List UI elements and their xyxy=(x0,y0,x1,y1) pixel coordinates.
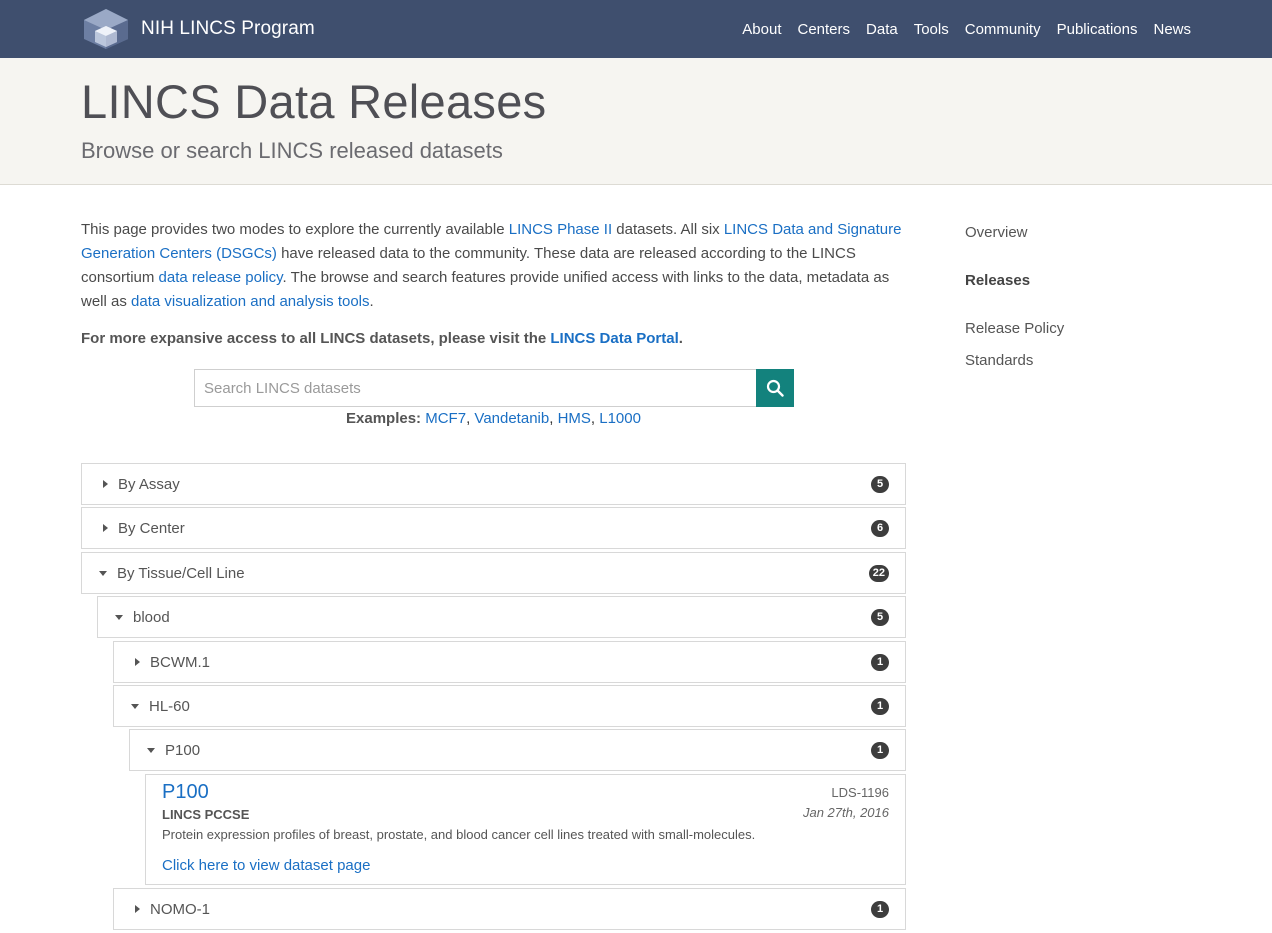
sidebar-item-overview[interactable]: Overview xyxy=(965,224,1028,241)
tree-row-blood[interactable]: blood 5 xyxy=(97,596,906,638)
intro-text: datasets. All six xyxy=(612,221,724,238)
nav-tools[interactable]: Tools xyxy=(914,21,949,38)
tree-row-by-center[interactable]: By Center 6 xyxy=(81,507,906,549)
caret-down-icon xyxy=(99,570,107,576)
intro-text: This page provides two modes to explore … xyxy=(81,221,509,238)
search-button[interactable] xyxy=(756,369,794,407)
main-nav: About Centers Data Tools Community Publi… xyxy=(726,0,1191,58)
nav-centers[interactable]: Centers xyxy=(797,21,850,38)
caret-right-icon xyxy=(135,905,140,913)
link-lincs-phase-ii[interactable]: LINCS Phase II xyxy=(509,221,612,238)
dataset-center: LINCS PCCSE xyxy=(162,807,250,822)
nav-data[interactable]: Data xyxy=(866,21,898,38)
tree-row-label: blood xyxy=(133,608,170,626)
search-bar xyxy=(194,369,794,407)
tree-row-label: HL-60 xyxy=(149,697,190,715)
portal-text: . xyxy=(678,330,683,347)
tree-row-hl60[interactable]: HL-60 1 xyxy=(113,685,906,727)
caret-down-icon xyxy=(147,747,155,753)
dataset-date: Jan 27th, 2016 xyxy=(802,805,889,820)
page-subtitle: Browse or search LINCS released datasets xyxy=(81,138,503,163)
nav-community[interactable]: Community xyxy=(965,21,1041,38)
tree-row-label: NOMO-1 xyxy=(150,900,210,918)
count-badge: 6 xyxy=(871,520,889,537)
tree-row-label: By Tissue/Cell Line xyxy=(117,564,245,582)
tree-row-label: By Center xyxy=(118,519,185,537)
link-visualization-tools[interactable]: data visualization and analysis tools xyxy=(131,293,369,310)
sidebar-item-releases[interactable]: Releases xyxy=(965,272,1030,289)
brand-text: NIH LINCS Program xyxy=(141,18,315,39)
example-l1000[interactable]: L1000 xyxy=(599,410,641,427)
caret-right-icon xyxy=(103,480,108,488)
page-header: LINCS Data Releases Browse or search LIN… xyxy=(0,58,1272,185)
link-data-release-policy[interactable]: data release policy xyxy=(159,269,283,286)
count-badge: 5 xyxy=(871,609,889,626)
caret-right-icon xyxy=(103,524,108,532)
nav-news[interactable]: News xyxy=(1153,21,1191,38)
examples-label: Examples: xyxy=(346,410,422,427)
tree-row-by-assay[interactable]: By Assay 5 xyxy=(81,463,906,505)
dataset-description: Protein expression profiles of breast, p… xyxy=(162,827,756,842)
search-input[interactable] xyxy=(194,369,756,407)
caret-down-icon xyxy=(131,703,139,709)
dataset-title-link[interactable]: P100 xyxy=(162,781,209,804)
intro-text: . xyxy=(369,293,374,310)
sidebar-item-release-policy[interactable]: Release Policy xyxy=(965,320,1064,337)
tree-row-label: BCWM.1 xyxy=(150,653,210,671)
count-badge: 1 xyxy=(871,698,889,715)
top-navbar: NIH LINCS Program About Centers Data Too… xyxy=(0,0,1272,58)
caret-down-icon xyxy=(115,614,123,620)
magnifier-icon xyxy=(766,379,784,397)
nav-publications[interactable]: Publications xyxy=(1057,21,1138,38)
main-content: This page provides two modes to explore … xyxy=(81,218,906,930)
count-badge: 5 xyxy=(871,476,889,493)
count-badge: 1 xyxy=(871,742,889,759)
intro-paragraph: This page provides two modes to explore … xyxy=(81,218,906,314)
tree-row-label: P100 xyxy=(165,741,201,759)
dataset-id: LDS-1196 xyxy=(831,785,889,800)
nav-about[interactable]: About xyxy=(742,21,781,38)
tree-row-label: By Assay xyxy=(118,475,180,493)
example-mcf7[interactable]: MCF7 xyxy=(425,410,466,427)
portal-text: For more expansive access to all LINCS d… xyxy=(81,330,551,347)
search-examples: Examples: MCF7, Vandetanib, HMS, L1000 xyxy=(346,410,641,427)
count-badge: 1 xyxy=(871,901,889,918)
count-badge: 22 xyxy=(868,565,889,582)
link-lincs-data-portal[interactable]: LINCS Data Portal xyxy=(550,330,678,347)
brand-home-link[interactable]: NIH LINCS Program xyxy=(81,8,315,50)
tree-row-nomo1[interactable]: NOMO-1 1 xyxy=(113,888,906,930)
example-hms[interactable]: HMS xyxy=(558,410,591,427)
portal-note: For more expansive access to all LINCS d… xyxy=(81,330,906,347)
dataset-card: P100 LINCS PCCSE Protein expression prof… xyxy=(145,774,906,885)
view-dataset-link[interactable]: Click here to view dataset page xyxy=(162,857,370,874)
lincs-cube-logo-icon xyxy=(84,9,128,49)
count-badge: 1 xyxy=(871,654,889,671)
tree-row-bcwm1[interactable]: BCWM.1 1 xyxy=(113,641,906,683)
caret-right-icon xyxy=(135,658,140,666)
example-vandetanib[interactable]: Vandetanib xyxy=(474,410,549,427)
tree-row-by-tissue[interactable]: By Tissue/Cell Line 22 xyxy=(81,552,906,594)
sidebar-item-standards[interactable]: Standards xyxy=(965,352,1033,369)
page-title: LINCS Data Releases xyxy=(81,75,547,128)
tree-row-p100[interactable]: P100 1 xyxy=(129,729,906,771)
